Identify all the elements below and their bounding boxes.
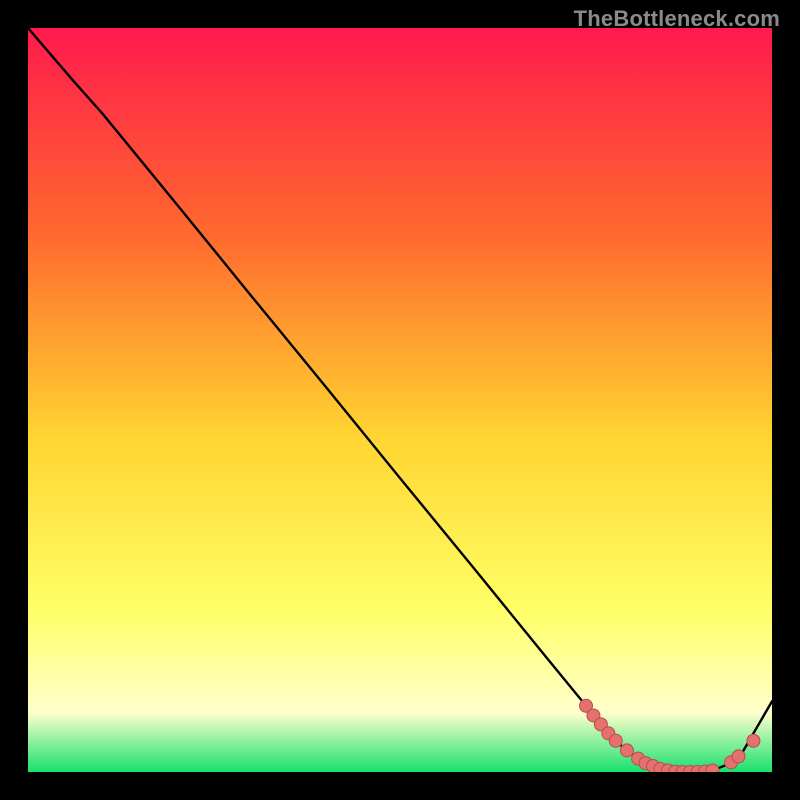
watermark-text: TheBottleneck.com — [574, 6, 780, 32]
marker-dot — [747, 734, 760, 747]
marker-dot — [732, 750, 745, 763]
marker-dot — [706, 764, 719, 772]
plot-area — [28, 28, 772, 772]
marker-dot — [620, 744, 633, 757]
gradient-bg — [28, 28, 772, 772]
marker-dot — [609, 734, 622, 747]
chart-svg — [28, 28, 772, 772]
chart-frame: TheBottleneck.com — [0, 0, 800, 800]
